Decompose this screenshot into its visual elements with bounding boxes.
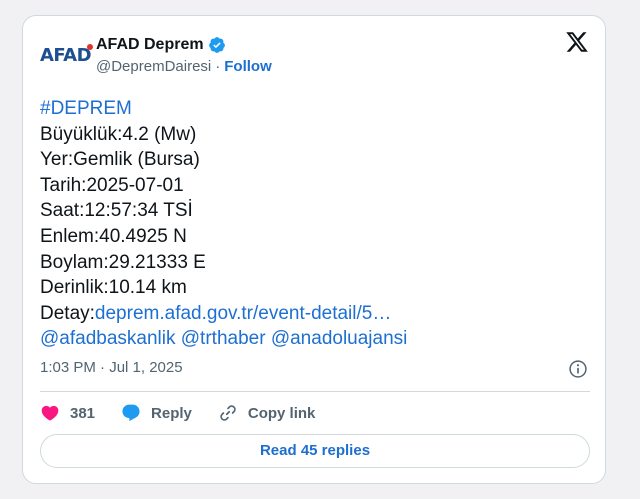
tweet-line-depth: Derinlik:10.14 km xyxy=(40,277,187,299)
author-display-name[interactable]: AFAD Deprem xyxy=(96,36,204,54)
tweet-line-latitude: Enlem:40.4925 N xyxy=(40,225,187,247)
tweet-line-magnitude: Büyüklük:4.2 (Mw) xyxy=(40,123,197,145)
tweet-line-longitude: Boylam:29.21333 E xyxy=(40,251,206,273)
follow-button[interactable]: Follow xyxy=(224,58,272,75)
link-icon xyxy=(220,405,236,421)
like-count: 381 xyxy=(70,404,96,422)
afad-logo[interactable]: AFAD xyxy=(40,40,93,70)
heart-icon xyxy=(41,405,59,421)
tweet-line-detail: Detay:deprem.afad.gov.tr/event-detail/5… xyxy=(40,301,407,327)
read-replies-button[interactable]: Read 45 replies xyxy=(40,434,590,468)
detail-link[interactable]: deprem.afad.gov.tr/event-detail/5… xyxy=(95,303,391,324)
mention-anadoluajansi[interactable]: @anadoluajansi xyxy=(271,328,408,349)
tweet-timestamp[interactable]: 1:03 PM · Jul 1, 2025 xyxy=(40,359,183,376)
separator-dot: · xyxy=(215,58,221,75)
tweet-line-date: Tarih:2025-07-01 xyxy=(40,174,184,196)
hashtag-link[interactable]: #DEPREM xyxy=(40,96,407,122)
detail-prefix: Detay: xyxy=(40,302,95,324)
copy-link-button[interactable]: Copy link xyxy=(218,403,316,423)
logo-text: AFAD xyxy=(40,45,92,66)
tweet-text: #DEPREM Büyüklük:4.2 (Mw) Yer:Gemlik (Bu… xyxy=(40,96,407,352)
author-handle-row: @DepremDairesi · Follow xyxy=(96,58,272,75)
reply-button[interactable]: Reply xyxy=(121,403,192,423)
divider xyxy=(40,391,590,392)
tweet-card: AFAD AFAD Deprem @DepremDairesi · Follow… xyxy=(22,15,606,484)
author-name-row: AFAD Deprem xyxy=(96,36,226,54)
verified-badge-icon xyxy=(208,37,225,53)
reply-label: Reply xyxy=(151,404,192,422)
action-bar: 381 Reply Copy link xyxy=(40,401,341,425)
mention-afadbaskanlik[interactable]: @afadbaskanlik xyxy=(40,328,175,349)
x-logo-icon[interactable] xyxy=(565,30,589,54)
logo-dot xyxy=(87,44,93,50)
mention-trthaber[interactable]: @trthaber xyxy=(181,328,266,349)
copy-link-label: Copy link xyxy=(247,404,316,422)
like-button[interactable]: 381 xyxy=(40,403,95,423)
tweet-line-time: Saat:12:57:34 TSİ xyxy=(40,200,193,222)
author-handle[interactable]: @DepremDairesi xyxy=(96,58,211,75)
info-icon[interactable] xyxy=(568,359,588,379)
tweet-line-location: Yer:Gemlik (Bursa) xyxy=(40,149,200,171)
mentions-line: @afadbaskanlik @trthaber @anadoluajansi xyxy=(40,326,407,352)
reply-bubble-icon xyxy=(122,404,140,422)
